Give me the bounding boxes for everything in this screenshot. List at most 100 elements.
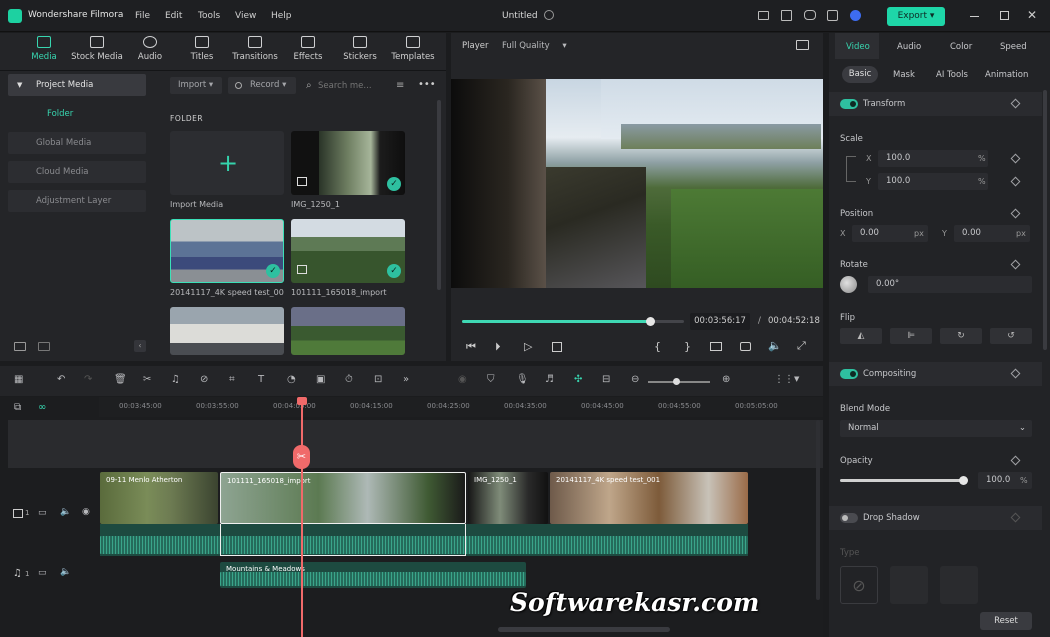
snapshot-view-icon[interactable]	[796, 40, 809, 50]
tab-audio-props[interactable]: Audio	[897, 42, 921, 52]
tab-effects[interactable]: Effects	[278, 36, 338, 62]
flip-horizontal-button[interactable]: ◭	[840, 328, 882, 344]
pip-icon[interactable]: ⊟	[602, 374, 610, 385]
maximize-icon[interactable]	[1000, 11, 1009, 20]
tab-media[interactable]: Media	[14, 36, 74, 62]
more-icon[interactable]: •••	[418, 79, 436, 90]
marker-icon[interactable]: ⛉	[487, 374, 495, 385]
tab-titles[interactable]: Titles	[172, 36, 232, 62]
reset-button[interactable]: Reset	[980, 612, 1032, 630]
undo-icon[interactable]: ↶	[57, 374, 65, 385]
fullscreen-icon[interactable]: ⤢	[797, 339, 806, 353]
close-icon[interactable]: ✕	[1027, 8, 1037, 22]
layout-icon[interactable]	[758, 11, 769, 20]
sidebar-item-global-media[interactable]: Global Media	[8, 132, 146, 154]
grid-icon[interactable]: ▦	[14, 374, 23, 385]
video-clip-menlo[interactable]: 09-11 Menlo Atherton	[100, 472, 218, 524]
save-icon[interactable]	[781, 10, 792, 21]
display-icon[interactable]	[710, 342, 722, 351]
import-media-tile[interactable]: +	[170, 131, 284, 195]
add-track-icon[interactable]: ⧉	[14, 402, 21, 413]
audio-tools-icon[interactable]: ♫	[171, 374, 180, 385]
transform-toggle[interactable]	[840, 99, 858, 109]
rotate-ccw-button[interactable]: ↺	[990, 328, 1032, 344]
split-scissors-icon[interactable]: ✂	[293, 445, 310, 469]
tab-stock-media[interactable]: Stock Media	[67, 36, 127, 62]
export-button[interactable]: Export ▾	[887, 7, 945, 26]
crop-icon[interactable]: ⌗	[229, 374, 235, 385]
opacity-slider-track[interactable]	[840, 479, 964, 482]
render-icon[interactable]: ◉	[458, 374, 467, 385]
step-play-icon[interactable]: ⏵	[495, 340, 501, 354]
scale-y-field[interactable]: 100.0	[878, 173, 988, 190]
sidebar-item-cloud-media[interactable]: Cloud Media	[8, 161, 146, 183]
filter-icon[interactable]: ≡	[396, 80, 404, 91]
collapse-sidebar-icon[interactable]: ‹	[134, 340, 146, 352]
delete-icon[interactable]: 🗑	[114, 374, 127, 385]
gift-icon[interactable]	[827, 10, 838, 21]
text-icon[interactable]: T	[258, 374, 264, 385]
media-item-truck[interactable]	[170, 307, 284, 355]
video-clip-speed-test[interactable]: 20141117_4K speed test_001	[550, 472, 748, 524]
new-folder-icon[interactable]	[14, 342, 26, 351]
microphone-icon[interactable]: 🎙	[516, 374, 529, 385]
tab-audio[interactable]: Audio	[120, 36, 180, 62]
rotate-field[interactable]: 0.00°	[868, 276, 1032, 293]
stop-icon[interactable]	[552, 342, 562, 352]
shadow-type-2[interactable]	[940, 566, 978, 604]
menu-file[interactable]: File	[135, 11, 150, 21]
timeline-vertical-scrollbar[interactable]	[816, 420, 820, 600]
tab-templates[interactable]: Templates	[383, 36, 443, 62]
scale-x-field[interactable]: 100.0	[878, 150, 988, 167]
tab-transitions[interactable]: Transitions	[225, 36, 285, 62]
folder-icon[interactable]	[38, 342, 50, 351]
cloud-upload-icon[interactable]	[804, 10, 816, 20]
track-mute-icon[interactable]: 🔈	[60, 507, 71, 517]
properties-scrollbar[interactable]	[1043, 90, 1047, 350]
mark-out-icon[interactable]: }	[684, 340, 691, 353]
zoom-slider-knob[interactable]	[673, 378, 680, 385]
menu-tools[interactable]: Tools	[198, 11, 220, 21]
track-folder-icon[interactable]: ▭	[38, 508, 47, 518]
minimize-icon[interactable]	[970, 16, 979, 17]
speed-icon[interactable]: ◔	[287, 374, 296, 385]
mark-in-icon[interactable]: {	[654, 340, 661, 353]
media-item-field[interactable]	[291, 307, 405, 355]
video-clip-101111[interactable]: 101111_165018_import	[220, 472, 466, 524]
tag-icon[interactable]: ⊘	[200, 374, 208, 385]
blend-mode-select[interactable]: Normal ⌄	[840, 420, 1032, 437]
music-edit-icon[interactable]: ♬	[545, 374, 554, 385]
opacity-slider-knob[interactable]	[959, 476, 968, 485]
compositing-toggle[interactable]	[840, 369, 858, 379]
tab-speed[interactable]: Speed	[1000, 42, 1050, 52]
timer-icon[interactable]: ⏱	[345, 374, 353, 385]
media-item-speed-test[interactable]: ✓	[170, 219, 284, 283]
quality-dropdown[interactable]: Full Quality ▾	[502, 41, 567, 51]
shadow-none-icon[interactable]: ⊘	[840, 566, 878, 604]
menu-edit[interactable]: Edit	[165, 11, 182, 21]
camera-icon[interactable]	[740, 342, 751, 351]
ai-cut-icon[interactable]: ✣	[574, 374, 582, 385]
tab-stickers[interactable]: Stickers	[330, 36, 390, 62]
subtab-ai-tools[interactable]: AI Tools	[936, 70, 968, 80]
media-item-img1250[interactable]: ✓	[291, 131, 405, 195]
import-dropdown[interactable]: Import ▾	[170, 77, 222, 94]
audio-track-mute-icon[interactable]: 🔈	[60, 567, 71, 577]
subtab-mask[interactable]: Mask	[893, 70, 915, 80]
zoom-in-icon[interactable]: ⊕	[722, 374, 730, 385]
stabilize-icon[interactable]: ⊡	[374, 374, 382, 385]
playhead-handle[interactable]	[297, 397, 307, 405]
menu-view[interactable]: View	[235, 11, 256, 21]
avatar[interactable]	[850, 10, 861, 21]
zoom-out-icon[interactable]: ⊖	[631, 374, 639, 385]
more-tools-icon[interactable]: »	[403, 374, 409, 385]
track-visibility-icon[interactable]: ◉	[82, 507, 90, 517]
scissors-icon[interactable]: ✂	[143, 374, 151, 385]
rotate-cw-button[interactable]: ↻	[940, 328, 982, 344]
playhead-line[interactable]	[301, 398, 303, 637]
redo-icon[interactable]: ↷	[84, 374, 92, 385]
media-scrollbar[interactable]	[437, 100, 441, 290]
play-icon[interactable]: ▷	[524, 340, 532, 353]
tab-video[interactable]: Video	[846, 42, 870, 52]
volume-icon[interactable]: 🔈	[768, 339, 782, 352]
